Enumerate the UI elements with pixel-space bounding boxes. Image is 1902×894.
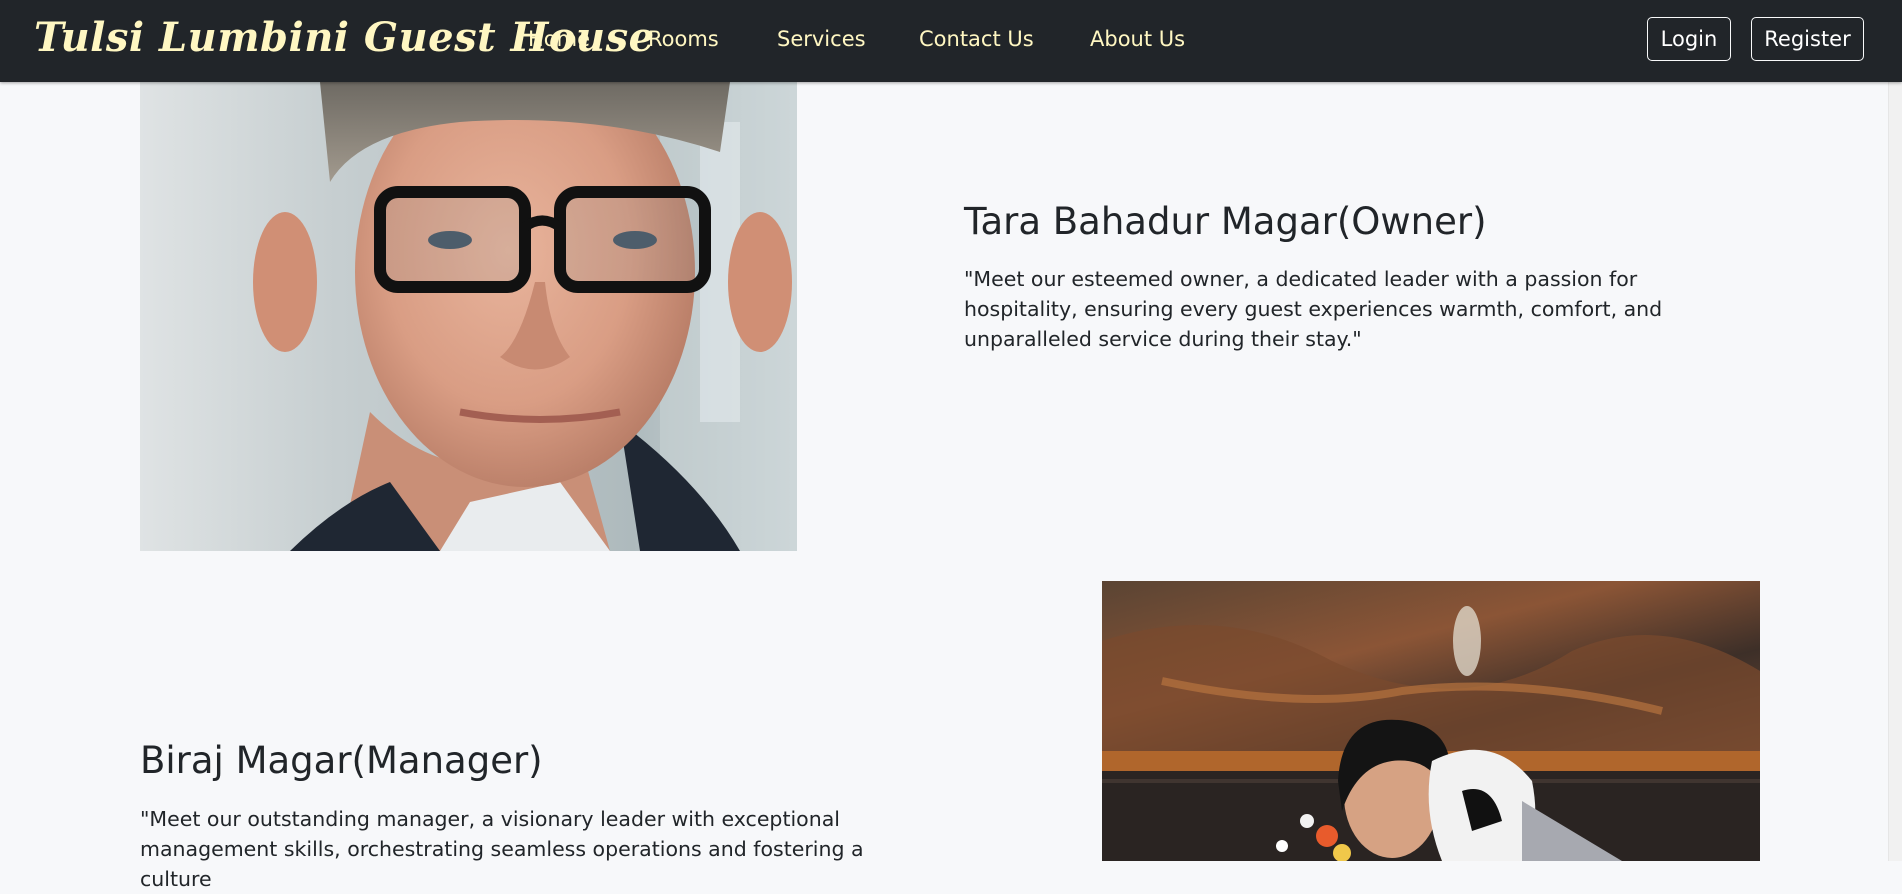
top-navbar: Tulsi Lumbini Guest House Home Rooms Ser…: [0, 0, 1902, 82]
nav-about-us[interactable]: About Us: [1090, 27, 1185, 51]
owner-name-heading: Tara Bahadur Magar(Owner): [964, 200, 1487, 243]
manager-bio: "Meet our outstanding manager, a visiona…: [140, 807, 864, 891]
register-button[interactable]: Register: [1751, 17, 1864, 61]
owner-bio: "Meet our esteemed owner, a dedicated le…: [964, 267, 1663, 351]
nav-rooms[interactable]: Rooms: [648, 27, 719, 51]
nav-contact-us[interactable]: Contact Us: [919, 27, 1034, 51]
manager-name-heading: Biraj Magar(Manager): [140, 739, 543, 782]
nav-home[interactable]: Home: [528, 27, 590, 51]
manager-photo: [1102, 581, 1760, 861]
owner-photo: [140, 82, 797, 551]
nav-services[interactable]: Services: [777, 27, 866, 51]
page-scrollbar[interactable]: [1888, 82, 1902, 861]
login-button[interactable]: Login: [1647, 17, 1731, 61]
